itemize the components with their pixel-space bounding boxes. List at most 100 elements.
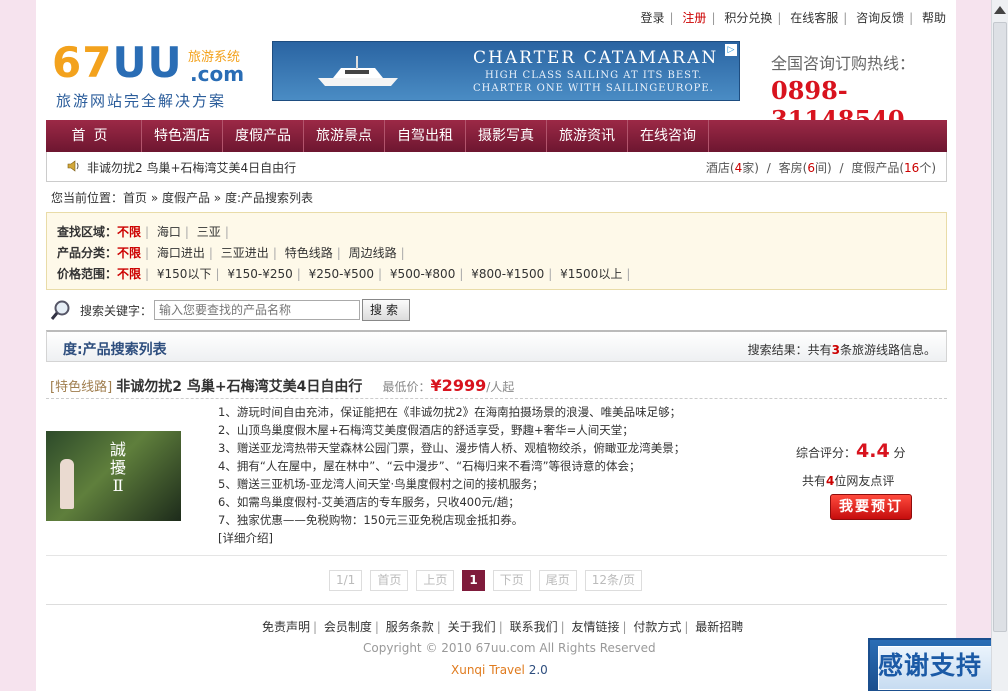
vertical-scrollbar[interactable] (991, 0, 1008, 691)
footer-link[interactable]: 最新招聘 (695, 620, 743, 634)
nav-home[interactable]: 首页 (46, 120, 142, 152)
pagination: 1/1 首页 上页 1 下页 尾页 12条/页 (329, 570, 650, 592)
filter-price-option[interactable]: ¥800-¥1500 (471, 267, 544, 281)
product-category[interactable]: [特色线路] (50, 380, 112, 395)
footer-links: 免责声明 | 会员制度 | 服务条款 | 关于我们 | 联系我们 | 友情链接 | 付款方式… (262, 620, 744, 634)
login-link[interactable]: 登录 (641, 11, 665, 25)
price-label: 最低价： (382, 380, 431, 394)
footer-link[interactable]: 付款方式 (633, 620, 681, 634)
detail-link[interactable]: [详细介绍] (218, 529, 738, 547)
result-count: 3 (831, 343, 840, 357)
score-label: 综合评分： (796, 446, 857, 460)
ad-banner[interactable]: Charter Catamaran High class sailing at … (272, 41, 740, 101)
search-label: 搜索关键字： (80, 304, 153, 318)
product-name[interactable]: 非诚勿扰2 鸟巢+石梅湾艾美4日自由行 (116, 379, 362, 395)
scrollbar-thumb[interactable] (993, 22, 1007, 632)
help-link[interactable]: 帮助 (922, 11, 946, 25)
filter-price-option[interactable]: ¥250-¥500 (309, 267, 374, 281)
feedback-link[interactable]: 咨询反馈 (856, 11, 904, 25)
room-count: 6 (807, 161, 815, 175)
breadcrumb: 您当前位置：首页 » 度假产品 » 度:产品搜索列表 (51, 191, 313, 205)
banner-title: Charter Catamaran (473, 48, 719, 68)
image-title: 誠擾Ⅱ (109, 440, 126, 495)
list-title: 度:产品搜索列表 (63, 342, 167, 358)
feature-item: 6、如需鸟巢度假村-艾美酒店的专车服务，只收400元/趟； (218, 495, 520, 509)
main-nav: 首页 特色酒店 度假产品 旅游景点 自驾出租 摄影写真 旅游资讯 在线咨询 (46, 120, 947, 152)
floating-thanks-banner[interactable]: 感谢支持 (868, 638, 1008, 691)
filter-category-option[interactable]: 特色线路 (285, 246, 333, 260)
nav-photography[interactable]: 摄影写真 (466, 120, 547, 152)
footer-link[interactable]: 友情链接 (571, 620, 619, 634)
catamaran-icon (318, 56, 398, 86)
footer-link[interactable]: 会员制度 (324, 620, 372, 634)
filter-panel: 查找区域：不限 | 海口 | 三亚 | 产品分类：不限 | 海口进出 | 三亚进出 | 特色… (46, 212, 947, 290)
points-link[interactable]: 积分兑换 (724, 11, 772, 25)
filter-category-option[interactable]: 三亚进出 (221, 246, 269, 260)
list-header: 度:产品搜索列表 搜索结果：共有3条旅游线路信息。 (46, 330, 947, 362)
filter-price-option[interactable]: ¥500-¥800 (390, 267, 455, 281)
nav-hotels[interactable]: 特色酒店 (142, 120, 223, 152)
search-icon (50, 300, 70, 320)
hotline-label: 全国咨询订购热线： (771, 54, 916, 73)
filter-area-option[interactable]: 海口 (157, 225, 181, 239)
product-price: ¥2999 (430, 376, 487, 395)
person-figure (60, 459, 74, 509)
current-page[interactable]: 1 (462, 570, 485, 591)
nav-travel-news[interactable]: 旅游资讯 (547, 120, 628, 152)
footer-link[interactable]: 联系我们 (510, 620, 558, 634)
feature-item: 4、拥有“人在屋中，屋在林中”、“云中漫步”、“石梅归来不看湾”等很诗意的体会； (218, 459, 641, 473)
first-page-button[interactable]: 首页 (370, 570, 409, 591)
filter-category-option[interactable]: 周边线路 (349, 246, 397, 260)
review-count-row[interactable]: 共有4位网友点评 (802, 472, 956, 489)
product-image[interactable]: 誠擾Ⅱ (46, 431, 181, 521)
online-service-link[interactable]: 在线客服 (790, 11, 838, 25)
filter-area-option[interactable]: 三亚 (197, 225, 221, 239)
nav-vacation-products[interactable]: 度假产品 (223, 120, 304, 152)
filter-price-option[interactable]: ¥150以下 (157, 267, 212, 281)
price-unit: /人起 (486, 380, 515, 394)
book-now-button[interactable]: 我要预订 (830, 494, 912, 520)
nav-attractions[interactable]: 旅游景点 (304, 120, 385, 152)
next-page-button[interactable]: 下页 (492, 570, 531, 591)
page-indicator: 1/1 (329, 570, 363, 591)
search-result-summary: 搜索结果：共有3条旅游线路信息。 (747, 343, 936, 357)
ad-choices-icon[interactable]: ▷ (725, 44, 737, 56)
register-link[interactable]: 注册 (682, 11, 706, 25)
filter-area-any[interactable]: 不限 (117, 225, 141, 239)
search-input[interactable] (154, 300, 360, 320)
last-page-button[interactable]: 尾页 (538, 570, 577, 591)
footer-link[interactable]: 服务条款 (386, 620, 434, 634)
footer-link[interactable]: 关于我们 (448, 620, 496, 634)
score-value: 4.4 (856, 440, 890, 462)
filter-price-option[interactable]: ¥1500以上 (560, 267, 622, 281)
logo-number: 67 (52, 38, 113, 87)
logo-domain: .com (190, 62, 245, 86)
notice-message[interactable]: 非诚勿扰2 鸟巢+石梅湾艾美4日自由行 (87, 159, 296, 176)
banner-line-1: High class sailing at its best. (485, 70, 703, 81)
filter-price-row: 价格范围：不限 | ¥150以下 | ¥150-¥250 | ¥250-¥500 | ¥… (57, 267, 631, 281)
product-count: 16 (904, 161, 920, 175)
filter-price-option[interactable]: ¥150-¥250 (227, 267, 292, 281)
filter-category-option[interactable]: 海口进出 (157, 246, 205, 260)
filter-price-any[interactable]: 不限 (117, 267, 141, 281)
divider (46, 398, 947, 399)
nav-car-rental[interactable]: 自驾出租 (385, 120, 466, 152)
notice-bar: 非诚勿扰2 鸟巢+石梅湾艾美4日自由行 酒店(4家) / 客房(6间) / 度假… (46, 152, 947, 182)
floating-thanks-text: 感谢支持 (878, 651, 983, 680)
footer-brand[interactable]: Xunqi Travel 2.0 (451, 663, 548, 677)
scroll-up-icon[interactable] (994, 6, 1006, 14)
search-button[interactable]: 搜索 (362, 299, 410, 321)
page: 登录 | 注册 | 积分兑换 | 在线客服 | 咨询反馈 | 帮助 67UU 旅游系统 .… (36, 0, 956, 691)
filter-category-any[interactable]: 不限 (117, 246, 141, 260)
nav-online-consult[interactable]: 在线咨询 (628, 120, 709, 152)
feature-item: 2、山顶鸟巢度假木屋+石梅湾艾美度假酒店的舒适享受，野趣+奢华=人间天堂； (218, 423, 634, 437)
prev-page-button[interactable]: 上页 (416, 570, 455, 591)
divider (46, 604, 947, 605)
site-logo[interactable]: 67UU 旅游系统 .com 旅游网站完全解决方案 (52, 38, 252, 111)
logo-letters: UU (112, 38, 183, 87)
footer-link[interactable]: 免责声明 (262, 620, 310, 634)
feature-item: 7、独家优惠——免税购物：150元三亚免税店现金抵扣券。 (218, 513, 524, 527)
speaker-icon (67, 160, 79, 172)
filter-area-row: 查找区域：不限 | 海口 | 三亚 | (57, 225, 229, 239)
filter-category-row: 产品分类：不限 | 海口进出 | 三亚进出 | 特色线路 | 周边线路 | (57, 246, 405, 260)
